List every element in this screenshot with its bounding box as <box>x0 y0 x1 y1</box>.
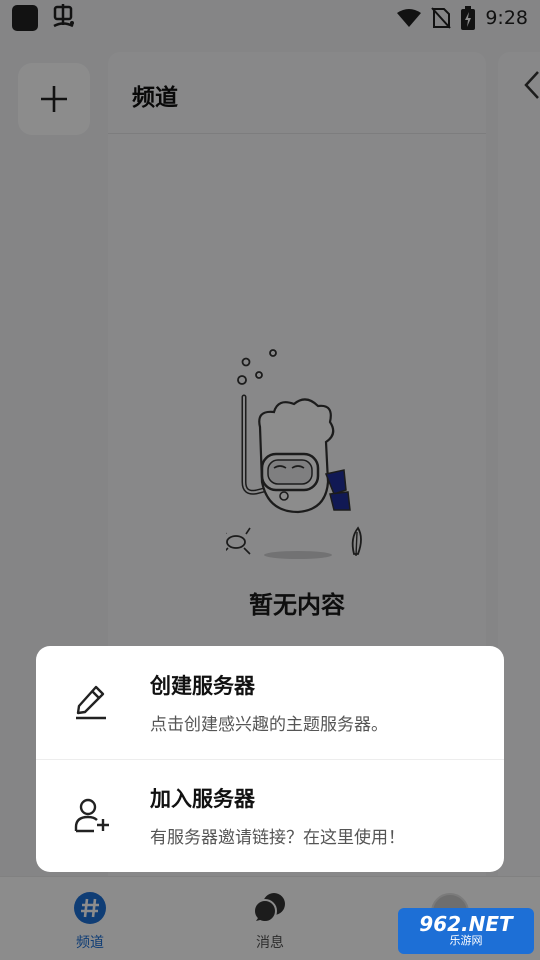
watermark-main-text: 962.NET <box>419 912 513 937</box>
site-watermark: 962.NET 乐游网 <box>398 908 534 954</box>
add-user-icon <box>74 798 109 833</box>
create-server-description: 点击创建感兴趣的主题服务器。 <box>150 715 388 735</box>
join-server-option[interactable]: 加入服务器 有服务器邀请链接？在这里使用！ <box>36 759 504 872</box>
server-action-sheet: 创建服务器 点击创建感兴趣的主题服务器。 加入服务器 有服务器邀请链接？在这里使… <box>36 646 504 872</box>
app-screen: 9:28 频道 暂无内容 频道 消息 创建服务器 点击创建感兴趣的主题服务器。 … <box>0 0 540 960</box>
join-server-title: 加入服务器 <box>150 787 255 811</box>
join-server-description: 有服务器邀请链接？在这里使用！ <box>150 828 405 848</box>
watermark-sub-text: 乐游网 <box>449 934 483 948</box>
pencil-icon <box>76 685 106 720</box>
create-server-title: 创建服务器 <box>150 674 255 698</box>
create-server-option[interactable]: 创建服务器 点击创建感兴趣的主题服务器。 <box>36 646 504 760</box>
